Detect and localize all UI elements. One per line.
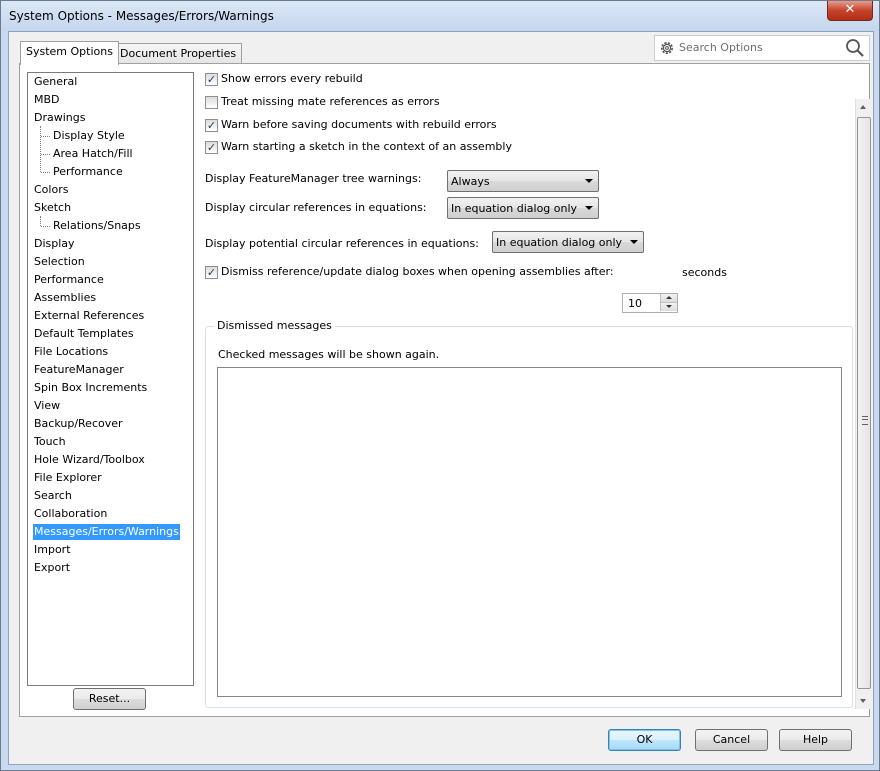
tree-item[interactable]: Search bbox=[33, 488, 73, 504]
potential-circ-label: Display potential circular references in… bbox=[205, 237, 479, 250]
circ-refs-value: In equation dialog only bbox=[451, 202, 578, 215]
tree-item[interactable]: View bbox=[33, 398, 61, 414]
dismissed-messages-list[interactable] bbox=[217, 367, 842, 697]
tree-connector bbox=[41, 154, 50, 155]
tree-connector bbox=[41, 226, 50, 227]
tree-item[interactable]: Performance bbox=[52, 164, 124, 180]
dismiss-seconds-value[interactable]: 10 bbox=[628, 297, 642, 310]
dismissed-messages-title: Dismissed messages bbox=[214, 319, 335, 332]
vertical-scrollbar[interactable] bbox=[855, 99, 871, 709]
tree-item[interactable]: Backup/Recover bbox=[33, 416, 124, 432]
tree-item[interactable]: Spin Box Increments bbox=[33, 380, 148, 396]
scroll-up-icon[interactable] bbox=[860, 105, 866, 109]
treat-missing-checkbox[interactable] bbox=[205, 96, 218, 109]
circ-refs-label: Display circular references in equations… bbox=[205, 201, 427, 214]
grip-icon bbox=[862, 416, 868, 425]
reset-button[interactable]: Reset... bbox=[73, 688, 146, 710]
tree-item[interactable]: Display Style bbox=[52, 128, 126, 144]
tree-item[interactable]: FeatureManager bbox=[33, 362, 125, 378]
chevron-down-icon bbox=[630, 240, 638, 244]
tree-item[interactable]: Relations/Snaps bbox=[52, 218, 142, 234]
tree-item[interactable]: MBD bbox=[33, 92, 61, 108]
tree-connector bbox=[41, 172, 50, 173]
close-icon: ✕ bbox=[844, 2, 856, 17]
tree-connector bbox=[41, 136, 50, 137]
dismissed-hint: Checked messages will be shown again. bbox=[218, 348, 440, 361]
options-panel: General MBD Drawings Display Style Area Hatc… bbox=[19, 63, 871, 717]
circ-refs-select[interactable]: In equation dialog only bbox=[447, 197, 599, 219]
warn-saving-label: Warn before saving documents with rebuil… bbox=[221, 118, 497, 131]
chevron-down-icon bbox=[585, 179, 593, 183]
warn-sketch-checkbox[interactable]: ✓ bbox=[205, 141, 218, 154]
tree-item[interactable]: Messages/Errors/Warnings bbox=[33, 524, 180, 540]
spin-down-icon[interactable] bbox=[660, 303, 677, 311]
potential-circ-select[interactable]: In equation dialog only bbox=[492, 231, 644, 253]
title-bar[interactable]: System Options - Messages/Errors/Warning… bbox=[1, 1, 879, 31]
close-button[interactable]: ✕ bbox=[827, 1, 873, 21]
tab-system-options[interactable]: System Options bbox=[20, 41, 119, 65]
tree-connector bbox=[40, 126, 41, 172]
tree-item[interactable]: Default Templates bbox=[33, 326, 135, 342]
tree-item[interactable]: Collaboration bbox=[33, 506, 108, 522]
search-placeholder[interactable]: Search Options bbox=[679, 41, 763, 54]
tree-item[interactable]: Touch bbox=[33, 434, 67, 450]
scroll-down-icon[interactable] bbox=[860, 699, 866, 703]
warn-saving-checkbox[interactable]: ✓ bbox=[205, 119, 218, 132]
search-icon[interactable] bbox=[845, 38, 865, 58]
search-box[interactable]: Search Options bbox=[654, 35, 870, 61]
tree-connector bbox=[40, 216, 41, 226]
spin-up-icon[interactable] bbox=[660, 294, 677, 303]
tab-label: System Options bbox=[26, 45, 113, 58]
tree-item[interactable]: Selection bbox=[33, 254, 86, 270]
show-errors-label: Show errors every rebuild bbox=[221, 72, 363, 85]
window-title: System Options - Messages/Errors/Warning… bbox=[9, 9, 274, 23]
cancel-button[interactable]: Cancel bbox=[695, 729, 768, 751]
tree-item[interactable]: External References bbox=[33, 308, 145, 324]
options-tree[interactable]: General MBD Drawings Display Style Area Hatc… bbox=[27, 72, 194, 686]
tree-item[interactable]: Display bbox=[33, 236, 76, 252]
treat-missing-label: Treat missing mate references as errors bbox=[221, 95, 440, 108]
tree-item[interactable]: Export bbox=[33, 560, 71, 576]
tree-item[interactable]: Colors bbox=[33, 182, 69, 198]
dismiss-seconds-spinbox[interactable]: 10 bbox=[622, 293, 678, 313]
gear-icon[interactable] bbox=[659, 40, 675, 56]
tree-item[interactable]: Hole Wizard/Toolbox bbox=[33, 452, 146, 468]
tab-label: Document Properties bbox=[120, 47, 237, 60]
tab-document-properties[interactable]: Document Properties bbox=[114, 43, 243, 64]
scrollbar-thumb[interactable] bbox=[857, 117, 871, 689]
options-window: System Options - Messages/Errors/Warning… bbox=[0, 0, 880, 771]
ok-button[interactable]: OK bbox=[608, 729, 681, 751]
dialog-client: System Options Document Properties Searc… bbox=[8, 31, 874, 765]
tree-item[interactable]: Assemblies bbox=[33, 290, 97, 306]
chevron-down-icon bbox=[585, 206, 593, 210]
warn-sketch-label: Warn starting a sketch in the context of… bbox=[221, 140, 512, 153]
show-errors-checkbox[interactable]: ✓ bbox=[205, 73, 218, 86]
fm-warnings-label: Display FeatureManager tree warnings: bbox=[205, 172, 422, 185]
fm-warnings-value: Always bbox=[451, 175, 490, 188]
help-button[interactable]: Help bbox=[779, 729, 852, 751]
potential-circ-value: In equation dialog only bbox=[496, 236, 623, 249]
tree-item[interactable]: Sketch bbox=[33, 200, 72, 216]
tree-item[interactable]: Performance bbox=[33, 272, 105, 288]
tree-item[interactable]: General bbox=[33, 74, 78, 90]
tree-item[interactable]: File Explorer bbox=[33, 470, 103, 486]
dismiss-checkbox[interactable]: ✓ bbox=[205, 266, 218, 279]
dismiss-label: Dismiss reference/update dialog boxes wh… bbox=[221, 265, 614, 278]
fm-warnings-select[interactable]: Always bbox=[447, 170, 599, 192]
seconds-unit-label: seconds bbox=[682, 266, 727, 279]
tree-item[interactable]: Area Hatch/Fill bbox=[52, 146, 134, 162]
tree-item[interactable]: Drawings bbox=[33, 110, 86, 126]
tree-item[interactable]: File Locations bbox=[33, 344, 109, 360]
tree-item[interactable]: Import bbox=[33, 542, 72, 558]
